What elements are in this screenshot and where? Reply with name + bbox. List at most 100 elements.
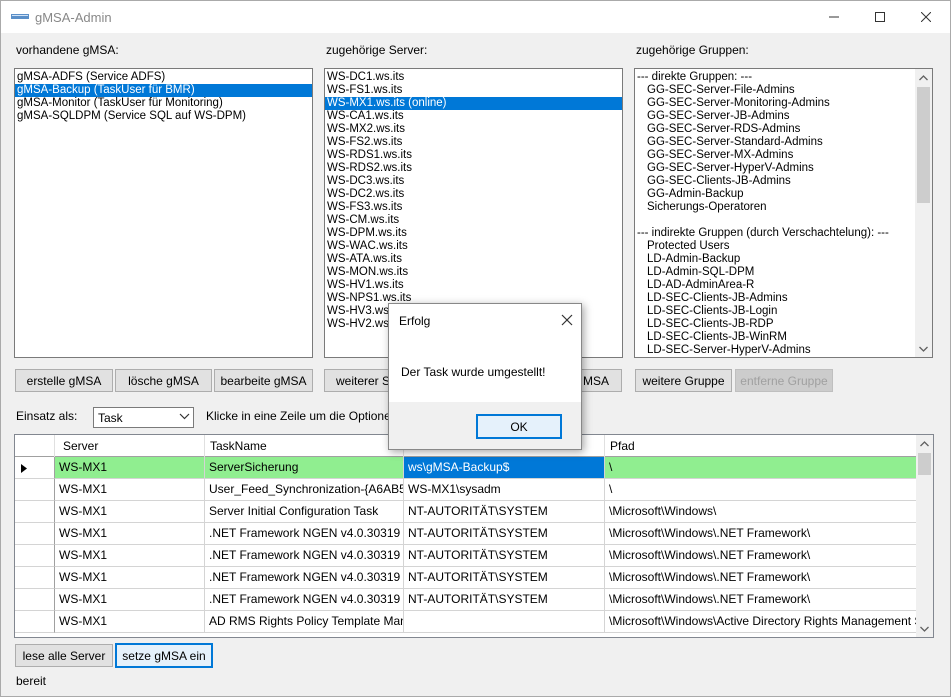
list-item[interactable]: GG-SEC-Server-Monitoring-Admins <box>635 97 932 110</box>
list-item[interactable]: WS-FS1.ws.its <box>325 84 622 97</box>
list-item[interactable]: WS-DC3.ws.its <box>325 175 622 188</box>
grid-cell[interactable]: \Microsoft\Windows\.NET Framework\ <box>605 567 917 589</box>
list-item[interactable]: LD-SEC-Clients-JB-WinRM <box>635 331 932 344</box>
grid-cell[interactable]: .NET Framework NGEN v4.0.30319 6... <box>205 567 404 589</box>
grid-cell[interactable]: NT-AUTORITÄT\SYSTEM <box>404 523 605 545</box>
list-item[interactable]: GG-SEC-Server-HyperV-Admins <box>635 162 932 175</box>
remove-group-button[interactable]: entferne Gruppe <box>735 369 833 392</box>
column-header-server[interactable]: Server <box>55 435 205 457</box>
grid-scrollbar[interactable] <box>916 435 933 637</box>
list-item-selected[interactable]: gMSA-Backup (TaskUser für BMR) <box>15 84 312 97</box>
grid-cell[interactable]: \ <box>605 457 917 479</box>
list-item[interactable]: GG-SEC-Clients-JB-Admins <box>635 175 932 188</box>
list-item[interactable]: LD-SEC-Clients-JB-Admins <box>635 292 932 305</box>
list-item[interactable]: WS-DC2.ws.its <box>325 188 622 201</box>
grid-cell[interactable]: NT-AUTORITÄT\SYSTEM <box>404 501 605 523</box>
grid-cell[interactable]: NT-AUTORITÄT\SYSTEM <box>404 589 605 611</box>
list-item[interactable]: Protected Users <box>635 240 932 253</box>
row-header[interactable] <box>15 479 55 501</box>
grid-cell[interactable]: WS-MX1 <box>55 501 205 523</box>
table-row[interactable]: WS-MX1 User_Feed_Synchronization-{A6AB57… <box>15 479 917 501</box>
group-listbox[interactable]: --- direkte Gruppen: --- GG-SEC-Server-F… <box>634 68 933 358</box>
grid-cell[interactable]: AD RMS Rights Policy Template Mana... <box>205 611 404 633</box>
remove-server-button[interactable]: MSA <box>581 369 622 392</box>
list-item[interactable]: GG-SEC-Server-File-Admins <box>635 84 932 97</box>
row-header[interactable] <box>15 589 55 611</box>
grid-cell[interactable]: WS-MX1\sysadm <box>404 479 605 501</box>
grid-cell[interactable]: \Microsoft\Windows\ <box>605 501 917 523</box>
grid-cell[interactable]: \ <box>605 479 917 501</box>
close-icon[interactable] <box>559 312 575 328</box>
list-item[interactable]: LD-Admin-Backup <box>635 253 932 266</box>
grid-cell[interactable]: WS-MX1 <box>55 479 205 501</box>
create-gmsa-button[interactable]: erstelle gMSA <box>15 369 113 392</box>
einsatz-combobox[interactable]: Task <box>93 407 194 428</box>
list-item[interactable]: --- indirekte Gruppen (durch Verschachte… <box>635 227 932 240</box>
add-server-button[interactable]: weiterer Se <box>324 369 390 392</box>
list-item[interactable]: WS-ATA.ws.its <box>325 253 622 266</box>
list-item[interactable]: gMSA-Monitor (TaskUser für Monitoring) <box>15 97 312 110</box>
list-item[interactable]: LD-SEC-Clients-JB-Login <box>635 305 932 318</box>
grid-cell-selected[interactable]: ws\gMSA-Backup$ <box>404 457 605 479</box>
list-item[interactable]: GG-SEC-Server-Standard-Admins <box>635 136 932 149</box>
list-item[interactable]: WS-DPM.ws.its <box>325 227 622 240</box>
list-item[interactable]: gMSA-ADFS (Service ADFS) <box>15 71 312 84</box>
row-header[interactable] <box>15 567 55 589</box>
list-item[interactable]: WS-MX2.ws.its <box>325 123 622 136</box>
table-row[interactable]: WS-MX1 .NET Framework NGEN v4.0.30319 64… <box>15 545 917 567</box>
dialog-title-bar[interactable]: Erfolg <box>389 304 581 337</box>
list-item[interactable]: gMSA-SQLDPM (Service SQL auf WS-DPM) <box>15 110 312 123</box>
list-item[interactable]: GG-Admin-Backup <box>635 188 932 201</box>
list-item[interactable]: WS-CM.ws.its <box>325 214 622 227</box>
grid-cell[interactable]: \Microsoft\Windows\Active Directory Righ… <box>605 611 917 633</box>
grid-cell[interactable]: NT-AUTORITÄT\SYSTEM <box>404 567 605 589</box>
table-row[interactable]: WS-MX1 Server Initial Configuration Task… <box>15 501 917 523</box>
group-list-scrollbar[interactable] <box>915 69 932 357</box>
grid-cell[interactable]: .NET Framework NGEN v4.0.30319 64 <box>205 545 404 567</box>
edit-gmsa-button[interactable]: bearbeite gMSA <box>214 369 313 392</box>
grid-cell[interactable]: WS-MX1 <box>55 589 205 611</box>
delete-gmsa-button[interactable]: lösche gMSA <box>115 369 212 392</box>
list-item[interactable]: WS-CA1.ws.its <box>325 110 622 123</box>
list-item[interactable]: GG-SEC-Server-JB-Admins <box>635 110 932 123</box>
scroll-thumb[interactable] <box>918 453 931 475</box>
close-window-button[interactable] <box>903 1 949 33</box>
set-gmsa-button[interactable]: setze gMSA ein <box>115 643 213 668</box>
table-row[interactable]: WS-MX1 .NET Framework NGEN v4.0.30319 C.… <box>15 589 917 611</box>
maximize-button[interactable] <box>857 1 903 33</box>
title-bar[interactable]: gMSA-Admin <box>1 1 950 33</box>
grid-cell[interactable]: WS-MX1 <box>55 457 205 479</box>
gmsa-listbox[interactable]: gMSA-ADFS (Service ADFS) gMSA-Backup (Ta… <box>14 68 313 358</box>
read-all-servers-button[interactable]: lese alle Server <box>15 644 113 667</box>
list-item[interactable]: GG-SEC-Server-RDS-Admins <box>635 123 932 136</box>
list-item[interactable]: WS-DC1.ws.its <box>325 71 622 84</box>
column-header-path[interactable]: Pfad <box>605 435 917 457</box>
grid-cell[interactable]: WS-MX1 <box>55 523 205 545</box>
task-grid[interactable]: Server TaskName Pfad WS-MX1 ServerSicher… <box>14 434 934 638</box>
list-item[interactable]: GG-SEC-Server-MX-Admins <box>635 149 932 162</box>
grid-cell[interactable] <box>404 611 605 633</box>
list-item[interactable]: WS-HV1.ws.its <box>325 279 622 292</box>
list-item-selected[interactable]: WS-MX1.ws.its (online) <box>325 97 622 110</box>
scroll-down-button[interactable] <box>915 340 932 357</box>
grid-cell[interactable]: .NET Framework NGEN v4.0.30319 C... <box>205 589 404 611</box>
row-header[interactable] <box>15 611 55 633</box>
grid-cell[interactable]: \Microsoft\Windows\.NET Framework\ <box>605 545 917 567</box>
list-item[interactable]: --- direkte Gruppen: --- <box>635 71 932 84</box>
minimize-button[interactable] <box>811 1 857 33</box>
scroll-down-button[interactable] <box>916 620 933 637</box>
grid-cell[interactable]: Server Initial Configuration Task <box>205 501 404 523</box>
scroll-up-button[interactable] <box>916 435 933 452</box>
row-header[interactable] <box>15 457 55 479</box>
grid-cell[interactable]: WS-MX1 <box>55 611 205 633</box>
table-row[interactable]: WS-MX1 .NET Framework NGEN v4.0.30319 6.… <box>15 567 917 589</box>
list-item[interactable]: LD-SEC-Clients-JB-RDP <box>635 318 932 331</box>
list-item[interactable]: Sicherungs-Operatoren <box>635 201 932 214</box>
list-item[interactable]: LD-AD-AdminArea-R <box>635 279 932 292</box>
list-item[interactable]: LD-Admin-SQL-DPM <box>635 266 932 279</box>
table-row[interactable]: WS-MX1 ServerSicherung ws\gMSA-Backup$ \ <box>15 457 917 479</box>
scroll-up-button[interactable] <box>915 69 932 86</box>
grid-cell[interactable]: WS-MX1 <box>55 545 205 567</box>
list-item[interactable]: LD-SEC-Server-HyperV-Admins <box>635 344 932 357</box>
grid-cell[interactable]: \Microsoft\Windows\.NET Framework\ <box>605 523 917 545</box>
